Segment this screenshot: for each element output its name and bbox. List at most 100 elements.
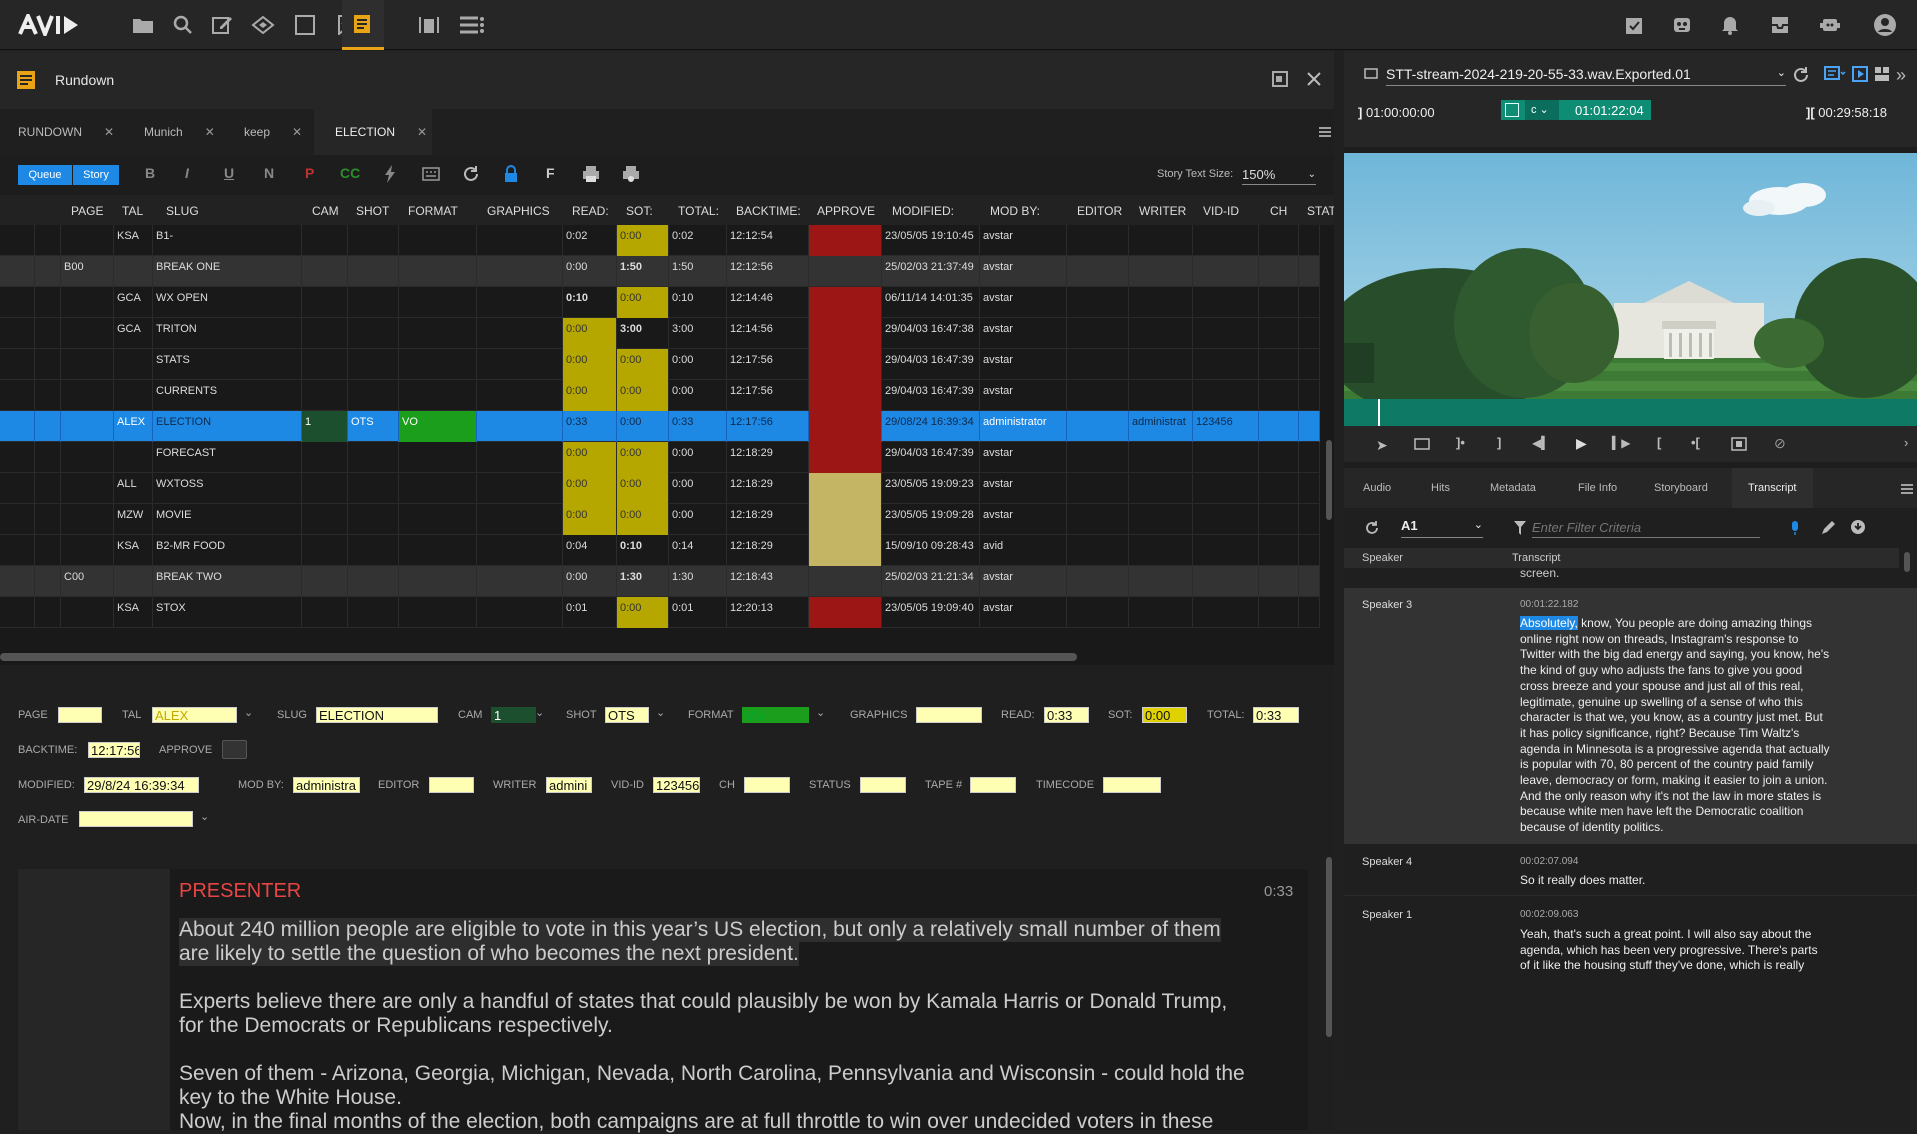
cell-page[interactable] — [61, 504, 114, 535]
mark-out-icon[interactable]: ] — [1497, 435, 1501, 450]
cell-tal[interactable] — [114, 349, 153, 380]
bold-button[interactable]: B — [145, 165, 155, 181]
cell-shot[interactable] — [348, 504, 399, 535]
cell-status[interactable] — [1299, 473, 1320, 504]
cell-cam[interactable] — [302, 256, 348, 287]
cell-total[interactable]: 0:33 — [669, 411, 727, 442]
filter-input[interactable] — [1532, 518, 1760, 538]
cell-modby[interactable]: avstar — [980, 566, 1067, 597]
cell-format[interactable] — [399, 504, 477, 535]
row-handle[interactable] — [35, 380, 61, 411]
cell-backtime[interactable]: 12:18:43 — [727, 566, 809, 597]
cell-slug[interactable]: FORECAST — [153, 442, 302, 473]
cell-vidid[interactable] — [1193, 318, 1259, 349]
transcript-entry[interactable]: Speaker 4 00:02:07.094 So it really does… — [1344, 844, 1917, 896]
audio-track-select[interactable]: A1 ⌄ — [1401, 518, 1483, 538]
grid-horizontal-scrollbar[interactable] — [0, 653, 1077, 661]
cell-slug[interactable]: ELECTION — [153, 411, 302, 442]
grid-vertical-scrollbar[interactable] — [1326, 440, 1332, 520]
row-handle[interactable] — [0, 349, 35, 380]
cell-approve[interactable] — [809, 318, 882, 349]
cell-editor[interactable] — [1067, 411, 1129, 442]
cell-read[interactable]: 0:02 — [563, 225, 617, 256]
cell-modified[interactable]: 25/02/03 21:37:49 — [882, 256, 980, 287]
cell-modby[interactable]: avstar — [980, 442, 1067, 473]
table-row[interactable]: MZW MOVIE 0:00 0:00 0:00 12:18:29 23/05/05 19:… — [0, 504, 1320, 535]
cell-read[interactable]: 0:33 — [563, 411, 617, 442]
cell-ch[interactable] — [1259, 473, 1299, 504]
row-handle[interactable] — [0, 473, 35, 504]
cell-approve[interactable] — [809, 225, 882, 256]
row-handle[interactable] — [35, 504, 61, 535]
chevron-down-icon[interactable]: ⌄ — [816, 706, 825, 719]
row-handle[interactable] — [35, 287, 61, 318]
header-editor[interactable]: EDITOR — [1077, 204, 1122, 218]
cell-tal[interactable] — [114, 442, 153, 473]
close-tab-icon[interactable]: ✕ — [417, 125, 427, 139]
status-field[interactable] — [860, 777, 906, 793]
cell-cam[interactable] — [302, 287, 348, 318]
cell-tal[interactable]: MZW — [114, 504, 153, 535]
shot-field[interactable]: OTS — [605, 707, 649, 723]
table-row[interactable]: FORECAST 0:00 0:00 0:00 12:18:29 29/04/03 16:… — [0, 442, 1320, 473]
mark-in-icon[interactable]: [ — [1657, 435, 1661, 450]
cell-total[interactable]: 0:00 — [669, 442, 727, 473]
queue-button[interactable]: Queue — [18, 165, 72, 185]
ch-field[interactable] — [744, 777, 790, 793]
cell-shot[interactable] — [348, 380, 399, 411]
header-approve[interactable]: APPROVE — [817, 204, 875, 218]
header-sot[interactable]: SOT: — [626, 204, 653, 218]
cell-sot[interactable]: 0:00 — [617, 597, 669, 628]
cell-approve[interactable] — [809, 535, 882, 566]
cell-cam[interactable] — [302, 535, 348, 566]
cell-writer[interactable] — [1129, 287, 1193, 318]
cell-page[interactable]: C00 — [61, 566, 114, 597]
cell-vidid[interactable] — [1193, 225, 1259, 256]
cell-page[interactable] — [61, 380, 114, 411]
cell-slug[interactable]: BREAK ONE — [153, 256, 302, 287]
cell-shot[interactable] — [348, 473, 399, 504]
close-tab-icon[interactable]: ✕ — [104, 125, 114, 139]
cell-total[interactable]: 1:50 — [669, 256, 727, 287]
cell-cam[interactable] — [302, 225, 348, 256]
header-modified[interactable]: MODIFIED: — [892, 204, 954, 218]
cell-modified[interactable]: 29/04/03 16:47:39 — [882, 380, 980, 411]
row-handle[interactable] — [0, 566, 35, 597]
cell-cam[interactable] — [302, 380, 348, 411]
cell-slug[interactable]: CURRENTS — [153, 380, 302, 411]
cell-tal[interactable]: GCA — [114, 287, 153, 318]
cell-status[interactable] — [1299, 318, 1320, 349]
cell-ch[interactable] — [1259, 442, 1299, 473]
cell-writer[interactable] — [1129, 442, 1193, 473]
cell-ch[interactable] — [1259, 256, 1299, 287]
close-icon[interactable] — [1306, 71, 1322, 87]
cell-ch[interactable] — [1259, 597, 1299, 628]
cell-editor[interactable] — [1067, 225, 1129, 256]
cell-sot[interactable]: 0:00 — [617, 287, 669, 318]
undock-icon[interactable] — [1272, 71, 1288, 87]
clip-name-field[interactable]: STT-stream-2024-219-20-55-33.wav.Exporte… — [1386, 66, 1786, 86]
play-icon[interactable]: ▶ — [1576, 435, 1587, 452]
timecode-field[interactable] — [1103, 777, 1161, 793]
rundown-icon[interactable] — [342, 0, 384, 50]
cell-backtime[interactable]: 12:17:56 — [727, 380, 809, 411]
header-slug[interactable]: SLUG — [166, 204, 199, 218]
cell-shot[interactable] — [348, 287, 399, 318]
cell-total[interactable]: 0:00 — [669, 473, 727, 504]
cell-sot[interactable]: 3:00 — [617, 318, 669, 349]
cell-format[interactable] — [399, 442, 477, 473]
cell-format[interactable] — [399, 597, 477, 628]
header-status[interactable]: STATU — [1307, 204, 1334, 218]
cell-graphics[interactable] — [477, 225, 563, 256]
slug-field[interactable]: ELECTION — [316, 707, 438, 723]
go-to-out-icon[interactable]: •[ — [1691, 435, 1700, 450]
cell-ch[interactable] — [1259, 287, 1299, 318]
graphics-field[interactable] — [916, 707, 982, 723]
cell-approve[interactable] — [809, 256, 882, 287]
cam-field[interactable]: 1 — [491, 707, 536, 723]
video-mode-icon[interactable] — [1852, 66, 1868, 82]
cell-page[interactable] — [61, 535, 114, 566]
table-row[interactable]: STATS 0:00 0:00 0:00 12:17:56 29/04/03 16:47:… — [0, 349, 1320, 380]
row-handle[interactable] — [35, 473, 61, 504]
header-total[interactable]: TOTAL: — [678, 204, 719, 218]
